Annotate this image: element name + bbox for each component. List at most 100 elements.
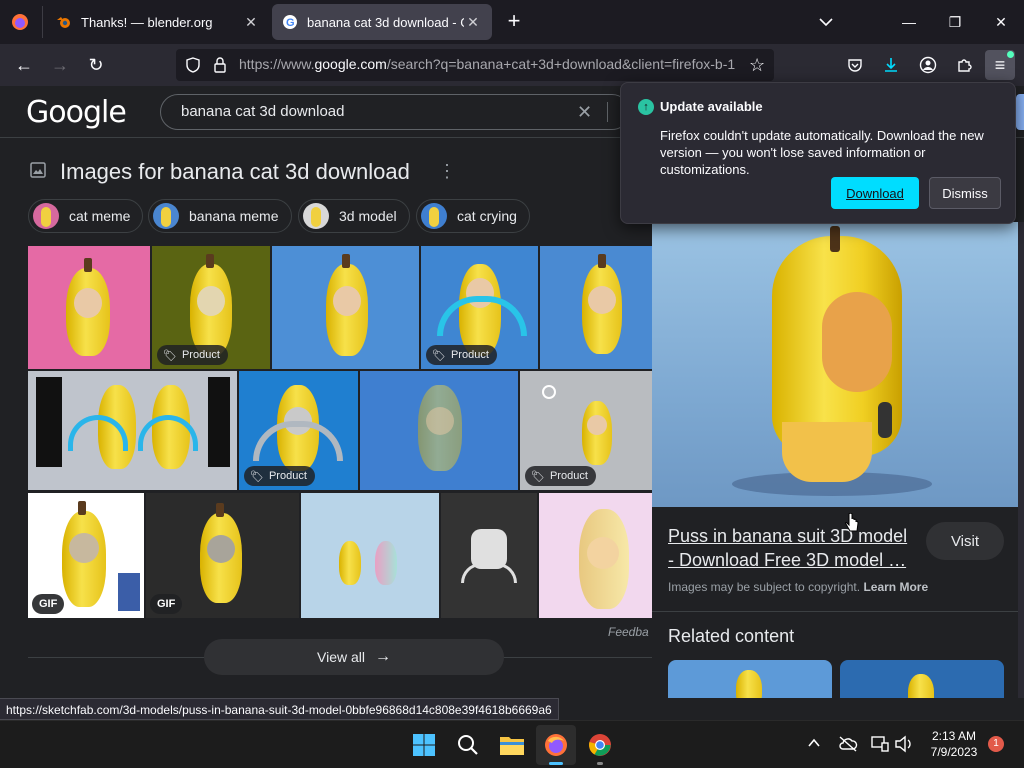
blender-icon xyxy=(56,14,72,30)
shield-icon[interactable] xyxy=(184,56,202,79)
chip-label: banana meme xyxy=(189,208,279,224)
firefox-view-icon[interactable] xyxy=(8,10,32,34)
pocket-icon[interactable] xyxy=(840,50,870,80)
list-tabs-icon[interactable] xyxy=(816,12,836,32)
chip-thumbnail xyxy=(153,203,179,229)
clock-time: 2:13 AM xyxy=(931,729,977,743)
chip-cat-crying[interactable]: cat crying xyxy=(416,199,530,233)
related-content-heading: Related content xyxy=(668,626,795,646)
search-input[interactable] xyxy=(181,103,561,120)
clock[interactable]: 2:13 AM 7/9/2023 xyxy=(918,728,990,760)
update-arrow-icon: ↑ xyxy=(638,99,654,115)
downloads-icon[interactable] xyxy=(876,50,906,80)
maximize-icon[interactable]: ❐ xyxy=(932,0,978,44)
more-options-icon[interactable]: ⋮ xyxy=(438,162,456,180)
clear-search-icon[interactable]: ✕ xyxy=(577,102,592,123)
update-title: Update available xyxy=(660,99,763,114)
image-result[interactable] xyxy=(28,371,237,490)
network-icon[interactable] xyxy=(870,735,890,758)
image-result[interactable]: 🏷 Product xyxy=(239,371,358,490)
arrow-right-icon: → xyxy=(375,648,391,665)
gif-badge: GIF xyxy=(150,594,183,614)
forward-icon[interactable]: → xyxy=(45,50,75,80)
clock-date: 7/9/2023 xyxy=(930,745,978,759)
chrome-icon[interactable] xyxy=(580,725,620,765)
image-preview-panel: Puss in banana suit 3D model - Download … xyxy=(652,222,1024,698)
learn-more-link[interactable]: Learn More xyxy=(863,580,928,594)
product-badge: 🏷 Product xyxy=(525,466,596,486)
image-result[interactable] xyxy=(272,246,419,369)
image-result[interactable] xyxy=(540,246,652,369)
download-update-button[interactable]: Download xyxy=(831,177,919,209)
navigation-toolbar: ← → ↻ https://www.google.com/search?q=ba… xyxy=(0,44,1024,86)
update-dot-icon xyxy=(1007,51,1014,58)
search-icon[interactable] xyxy=(448,725,488,765)
image-result[interactable]: 🏷 Product xyxy=(520,371,652,490)
image-result[interactable]: 🏷 Product xyxy=(152,246,270,369)
feedback-link[interactable]: Feedba xyxy=(608,625,649,639)
chip-label: cat meme xyxy=(69,208,131,224)
preview-image[interactable] xyxy=(652,222,1018,507)
notification-badge[interactable]: 1 xyxy=(988,736,1004,752)
images-section-title[interactable]: Images for banana cat 3d download xyxy=(60,159,410,185)
image-result[interactable] xyxy=(539,493,652,618)
close-tab-icon[interactable]: ✕ xyxy=(242,14,260,31)
image-result[interactable]: GIF xyxy=(146,493,299,618)
account-icon[interactable] xyxy=(913,50,943,80)
minimize-icon[interactable]: — xyxy=(886,0,932,44)
new-tab-icon[interactable]: + xyxy=(502,10,526,34)
url-bar[interactable]: https://www.google.com/search?q=banana+c… xyxy=(176,49,774,81)
dismiss-button[interactable]: Dismiss xyxy=(929,177,1001,209)
chip-label: cat crying xyxy=(457,208,517,224)
image-result[interactable] xyxy=(28,246,150,369)
tab-google-search[interactable]: G banana cat 3d download - Goo ✕ xyxy=(272,4,492,40)
reload-icon[interactable]: ↻ xyxy=(81,50,111,80)
svg-text:G: G xyxy=(286,17,295,29)
image-result[interactable] xyxy=(441,493,537,618)
tag-icon: 🏷 xyxy=(531,470,545,483)
close-window-icon[interactable]: ✕ xyxy=(978,0,1024,44)
related-image[interactable] xyxy=(668,660,832,698)
tab-title: Thanks! — blender.org xyxy=(81,14,213,30)
related-image[interactable] xyxy=(840,660,1004,698)
image-icon xyxy=(30,162,46,183)
volume-icon[interactable] xyxy=(894,735,914,758)
hand-cursor-icon xyxy=(844,512,860,540)
google-icon: G xyxy=(282,14,298,30)
result-title-link[interactable]: Puss in banana suit 3D model - Download … xyxy=(668,524,912,572)
view-all-label: View all xyxy=(317,649,365,665)
lock-icon[interactable] xyxy=(212,56,228,79)
close-tab-icon[interactable]: ✕ xyxy=(464,14,482,31)
url-text[interactable]: https://www.google.com/search?q=banana+c… xyxy=(239,56,739,72)
firefox-taskbar-icon[interactable] xyxy=(536,725,576,765)
chip-banana-meme[interactable]: banana meme xyxy=(148,199,292,233)
chip-thumbnail xyxy=(421,203,447,229)
image-result[interactable]: 🏷 Product xyxy=(421,246,538,369)
update-body: Firefox couldn't update automatically. D… xyxy=(660,128,984,177)
cloud-offline-icon[interactable] xyxy=(838,735,858,758)
chip-3d-model[interactable]: 3d model xyxy=(298,199,410,233)
chip-thumbnail xyxy=(33,203,59,229)
product-badge: 🏷 Product xyxy=(426,345,497,365)
image-result[interactable]: GIF xyxy=(28,493,144,618)
view-all-button[interactable]: View all → xyxy=(204,639,504,675)
file-explorer-icon[interactable] xyxy=(492,725,532,765)
chip-thumbnail xyxy=(303,203,329,229)
google-logo[interactable]: Google xyxy=(26,95,127,130)
visit-button[interactable]: Visit xyxy=(926,522,1004,560)
back-icon[interactable]: ← xyxy=(9,50,39,80)
extensions-icon[interactable] xyxy=(949,50,979,80)
image-result[interactable] xyxy=(360,371,518,490)
bookmark-star-icon[interactable]: ☆ xyxy=(749,55,765,76)
image-result[interactable] xyxy=(301,493,439,618)
tab-blender[interactable]: Thanks! — blender.org ✕ xyxy=(46,4,270,40)
gif-badge: GIF xyxy=(32,594,65,614)
search-box[interactable]: ✕ xyxy=(160,94,630,130)
product-badge: 🏷 Product xyxy=(157,345,228,365)
chip-label: 3d model xyxy=(339,208,397,224)
taskbar: 2:13 AM 7/9/2023 1 xyxy=(0,720,1024,768)
start-menu-icon[interactable] xyxy=(404,725,444,765)
show-hidden-icons-icon[interactable] xyxy=(806,735,822,754)
tab-strip: Thanks! — blender.org ✕ G banana cat 3d … xyxy=(0,0,1024,44)
chip-cat-meme[interactable]: cat meme xyxy=(28,199,144,233)
